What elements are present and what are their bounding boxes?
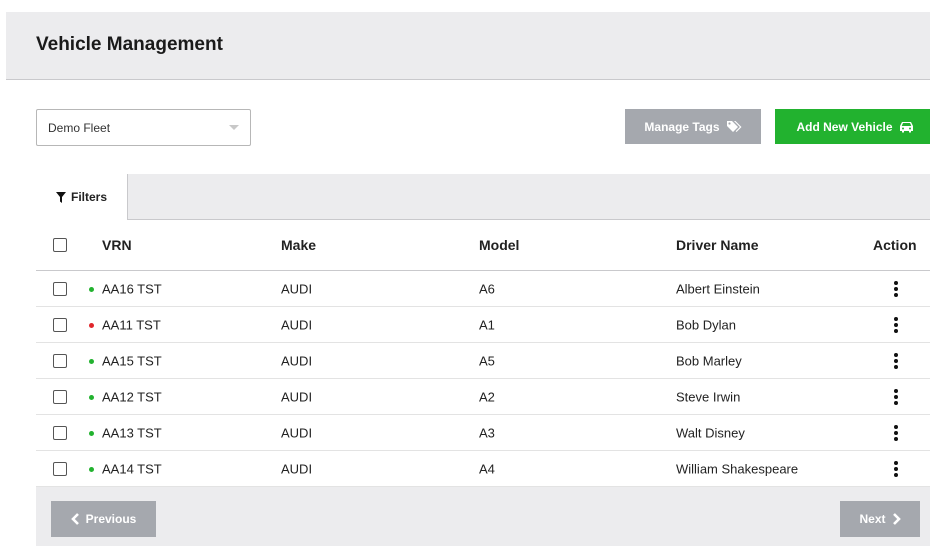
tags-icon <box>726 121 742 132</box>
driver-cell: William Shakespeare <box>676 461 799 476</box>
table-row[interactable]: AA16 TST AUDI A6 Albert Einstein <box>36 271 930 307</box>
next-button[interactable]: Next <box>840 501 920 537</box>
kebab-menu-icon[interactable] <box>893 280 899 297</box>
filters-label: Filters <box>70 190 107 204</box>
kebab-menu-icon[interactable] <box>893 388 899 405</box>
header-vrn[interactable]: VRN <box>102 237 132 253</box>
page-header: Vehicle Management <box>6 12 930 80</box>
model-cell: A3 <box>479 425 495 440</box>
kebab-menu-icon[interactable] <box>893 316 899 333</box>
driver-cell: Bob Dylan <box>676 317 736 332</box>
header-action: Action <box>873 237 917 253</box>
header-model[interactable]: Model <box>479 237 519 253</box>
row-checkbox[interactable] <box>53 461 67 476</box>
kebab-menu-icon[interactable] <box>893 352 899 369</box>
fleet-select-value: Demo Fleet <box>48 121 111 135</box>
status-dot <box>89 394 94 400</box>
make-cell: AUDI <box>281 425 313 440</box>
filters-tab[interactable]: Filters <box>36 174 128 220</box>
model-cell: A1 <box>479 317 495 332</box>
model-cell: A2 <box>479 389 495 404</box>
row-checkbox[interactable] <box>53 281 67 296</box>
driver-cell: Steve Irwin <box>676 389 741 404</box>
status-dot <box>89 430 94 436</box>
table-header-row: VRN Make Model Driver Name Action <box>36 220 930 271</box>
table-row[interactable]: AA14 TST AUDI A4 William Shakespeare <box>36 451 930 487</box>
vrn-cell: AA13 TST <box>102 425 162 440</box>
row-checkbox[interactable] <box>53 317 67 332</box>
status-dot <box>89 286 94 292</box>
row-checkbox[interactable] <box>53 389 67 404</box>
table-row[interactable]: AA12 TST AUDI A2 Steve Irwin <box>36 379 930 415</box>
previous-button[interactable]: Previous <box>51 501 156 537</box>
vrn-cell: AA12 TST <box>102 389 162 404</box>
next-label: Next <box>859 512 886 526</box>
driver-cell: Albert Einstein <box>676 281 760 296</box>
model-cell: A4 <box>479 461 495 476</box>
model-cell: A6 <box>479 281 495 296</box>
make-cell: AUDI <box>281 281 313 296</box>
add-new-vehicle-button[interactable]: Add New Vehicle <box>775 109 930 144</box>
page-title: Vehicle Management <box>36 34 223 55</box>
table-row[interactable]: AA15 TST AUDI A5 Bob Marley <box>36 343 930 379</box>
filter-icon <box>55 191 66 203</box>
kebab-menu-icon[interactable] <box>893 424 899 441</box>
make-cell: AUDI <box>281 389 313 404</box>
fleet-select[interactable]: Demo Fleet <box>36 109 251 146</box>
vehicle-table: VRN Make Model Driver Name Action AA16 T… <box>36 220 930 487</box>
previous-label: Previous <box>85 512 137 526</box>
chevron-left-icon <box>70 513 79 525</box>
row-checkbox[interactable] <box>53 353 67 368</box>
kebab-menu-icon[interactable] <box>893 460 899 477</box>
vrn-cell: AA16 TST <box>102 281 162 296</box>
make-cell: AUDI <box>281 317 313 332</box>
manage-tags-button[interactable]: Manage Tags <box>625 109 761 144</box>
car-icon <box>899 121 913 132</box>
status-dot <box>89 322 94 328</box>
pagination-bar <box>36 487 930 546</box>
manage-tags-label: Manage Tags <box>644 119 720 134</box>
filter-bar: Filters <box>36 174 930 220</box>
table-row[interactable]: AA13 TST AUDI A3 Walt Disney <box>36 415 930 451</box>
chevron-down-icon <box>229 125 239 130</box>
vrn-cell: AA15 TST <box>102 353 162 368</box>
vrn-cell: AA11 TST <box>102 317 161 332</box>
header-make[interactable]: Make <box>281 237 316 253</box>
select-all-checkbox[interactable] <box>53 238 67 252</box>
chevron-right-icon <box>892 513 901 525</box>
vrn-cell: AA14 TST <box>102 461 162 476</box>
make-cell: AUDI <box>281 461 313 476</box>
row-checkbox[interactable] <box>53 425 67 440</box>
driver-cell: Walt Disney <box>676 425 745 440</box>
status-dot <box>89 358 94 364</box>
header-driver-name[interactable]: Driver Name <box>676 237 759 253</box>
model-cell: A5 <box>479 353 495 368</box>
add-new-vehicle-label: Add New Vehicle <box>796 119 893 134</box>
driver-cell: Bob Marley <box>676 353 742 368</box>
status-dot <box>89 466 94 472</box>
make-cell: AUDI <box>281 353 313 368</box>
table-row[interactable]: AA11 TST AUDI A1 Bob Dylan <box>36 307 930 343</box>
